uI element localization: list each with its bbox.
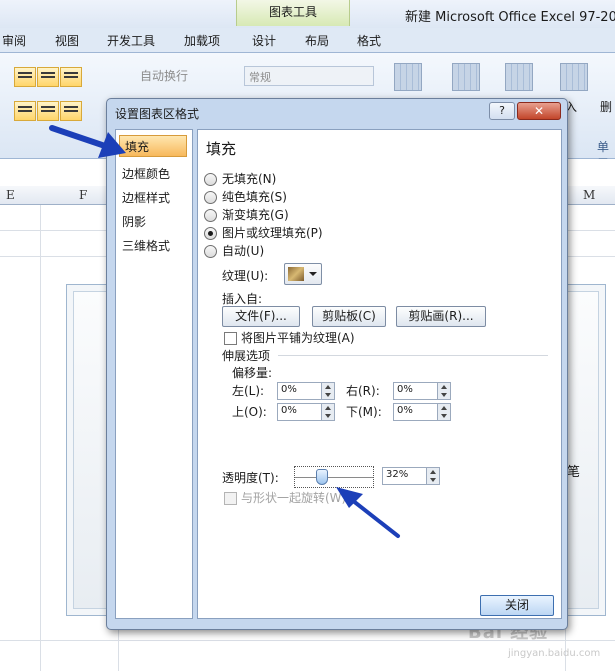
- arrow-to-fill-icon: [49, 125, 126, 158]
- annotation-arrows: [49, 125, 400, 538]
- arrow-to-slider-icon: [336, 487, 400, 538]
